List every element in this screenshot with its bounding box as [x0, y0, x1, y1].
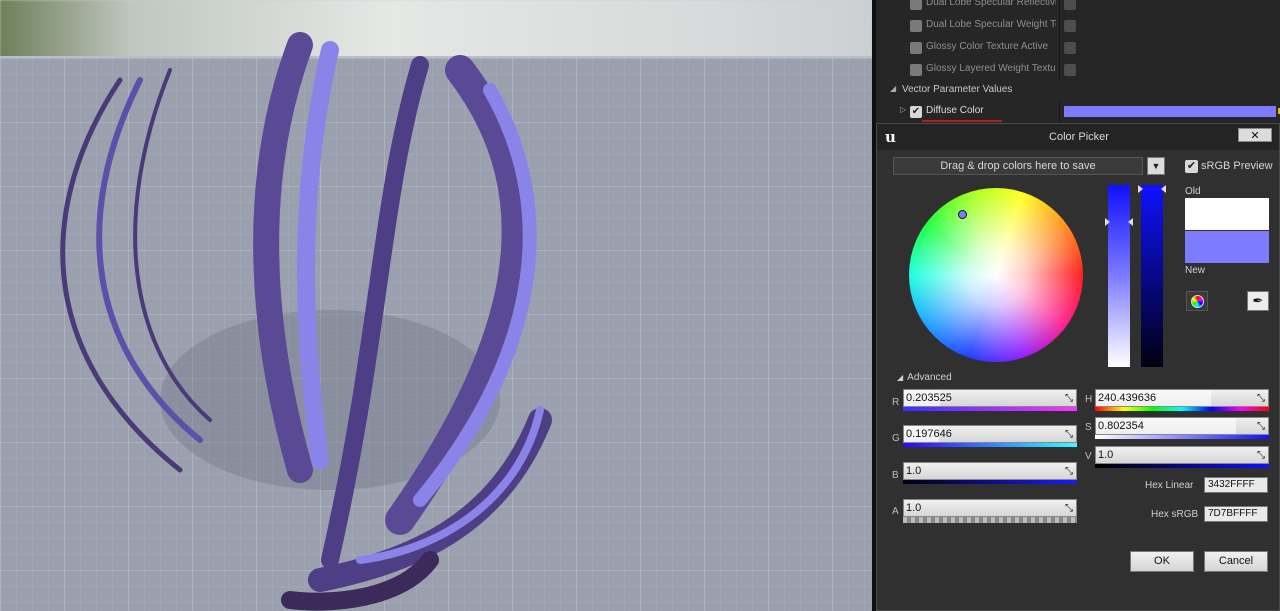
color-wheel-saturation-overlay — [909, 188, 1083, 362]
advanced-section-header[interactable]: ◢ Advanced — [897, 372, 952, 383]
resize-arrow-icon: ⤡ — [1065, 503, 1073, 514]
property-checkbox[interactable] — [910, 64, 922, 76]
hex-linear-label: Hex Linear — [1145, 480, 1194, 491]
blue-value-field[interactable]: 1.0 ⤡ — [903, 462, 1077, 480]
ok-button[interactable]: OK — [1130, 551, 1194, 572]
resize-arrow-icon: ⤡ — [1257, 421, 1265, 432]
value-value: 1.0 — [1098, 449, 1114, 461]
channel-label-g: G — [892, 433, 900, 444]
color-wheel-cursor[interactable] — [958, 210, 967, 219]
property-label: Glossy Layered Weight Textu — [926, 63, 1056, 74]
channel-label-s: S — [1085, 422, 1092, 433]
old-color-label: Old — [1185, 186, 1201, 197]
saturation-slider-handle[interactable] — [1105, 218, 1110, 226]
collapse-arrow-icon: ◢ — [897, 373, 904, 382]
viewport[interactable] — [0, 0, 872, 611]
column-divider — [1059, 101, 1060, 123]
srgb-preview-label: sRGB Preview — [1201, 160, 1273, 172]
hex-linear-input[interactable]: 3432FFFF — [1204, 477, 1268, 493]
property-label: Dual Lobe Specular Weight Te — [926, 19, 1056, 30]
value-checkbox[interactable] — [1064, 42, 1076, 54]
channel-label-a: A — [892, 506, 899, 517]
expand-arrow-icon[interactable]: ▷ — [900, 105, 906, 114]
column-divider — [1059, 0, 1060, 15]
close-button[interactable]: ✕ — [1238, 128, 1272, 142]
vector-parameters-header[interactable]: ◢ Vector Parameter Values — [876, 80, 1280, 100]
resize-arrow-icon: ⤡ — [1257, 450, 1265, 461]
red-value: 0.203525 — [906, 392, 952, 404]
advanced-label: Advanced — [907, 372, 952, 383]
color-wheel-icon — [1191, 295, 1204, 308]
resize-arrow-icon: ⤡ — [1065, 466, 1073, 477]
value-checkbox[interactable] — [1064, 0, 1076, 10]
property-checkbox[interactable] — [910, 20, 922, 32]
saved-colors-dropzone[interactable]: Drag & drop colors here to save — [893, 157, 1143, 175]
value-value-field[interactable]: 1.0 ⤡ — [1095, 446, 1269, 464]
property-checkbox[interactable] — [910, 42, 922, 54]
property-row: Glossy Color Texture Active — [876, 37, 1280, 59]
hue-gradient — [1095, 407, 1269, 411]
column-divider — [1059, 15, 1060, 37]
green-value-field[interactable]: 0.197646 ⤡ — [903, 425, 1077, 443]
chevron-down-icon[interactable]: ▼ — [1147, 157, 1165, 175]
red-value-field[interactable]: 0.203525 ⤡ — [903, 389, 1077, 407]
resize-arrow-icon: ⤡ — [1065, 429, 1073, 440]
title-bar[interactable]: u Color Picker ✕ — [877, 124, 1279, 150]
value-slider[interactable] — [1141, 185, 1163, 367]
resize-arrow-icon: ⤡ — [1065, 393, 1073, 404]
blue-gradient — [903, 480, 1077, 484]
alpha-gradient — [903, 517, 1077, 523]
diffuse-color-checkbox[interactable]: ✔ — [910, 106, 922, 118]
new-color-label: New — [1185, 265, 1206, 276]
property-row: Dual Lobe Specular Reflectivi — [876, 0, 1280, 15]
saturation-gradient — [1095, 435, 1269, 439]
column-divider — [1059, 59, 1060, 81]
property-checkbox[interactable] — [910, 0, 922, 10]
cancel-button[interactable]: Cancel — [1204, 551, 1268, 572]
saturation-value-field[interactable]: 0.802354 ⤡ — [1095, 417, 1269, 435]
value-gradient — [1095, 464, 1269, 468]
property-label: Glossy Color Texture Active — [926, 41, 1049, 52]
property-row: Dual Lobe Specular Weight Te — [876, 15, 1280, 37]
hex-srgb-label: Hex sRGB — [1151, 509, 1199, 520]
alpha-value: 1.0 — [906, 502, 922, 514]
green-gradient — [903, 443, 1077, 447]
column-divider — [1059, 37, 1060, 59]
eyedropper-icon: ✒ — [1252, 293, 1264, 308]
diffuse-color-swatch[interactable] — [1064, 106, 1276, 117]
green-value: 0.197646 — [906, 428, 952, 440]
diffuse-color-label: Diffuse Color — [926, 105, 984, 116]
saturation-slider[interactable] — [1108, 185, 1130, 367]
channel-label-b: B — [892, 470, 899, 481]
value-slider-handle[interactable] — [1138, 185, 1143, 193]
property-label: Dual Lobe Specular Reflectivi — [926, 0, 1056, 8]
value-slider-handle[interactable] — [1161, 185, 1166, 193]
channel-label-h: H — [1085, 394, 1093, 405]
hex-srgb-input[interactable]: 7D7BFFFF — [1204, 506, 1268, 522]
alpha-value-field[interactable]: 1.0 ⤡ — [903, 499, 1077, 517]
new-color-swatch — [1185, 231, 1269, 263]
color-picker-window: u Color Picker ✕ Drag & drop colors here… — [876, 123, 1280, 611]
toggle-wheel-button[interactable] — [1186, 291, 1208, 311]
resize-arrow-icon: ⤡ — [1257, 393, 1265, 404]
old-color-swatch[interactable] — [1185, 198, 1269, 230]
collapse-arrow-icon: ◢ — [890, 84, 897, 93]
saturation-slider-handle[interactable] — [1128, 218, 1133, 226]
eyedropper-button[interactable]: ✒ — [1247, 291, 1269, 311]
blue-value: 1.0 — [906, 465, 922, 477]
channel-label-v: V — [1085, 451, 1092, 462]
channel-label-r: R — [892, 397, 900, 408]
hue-value: 240.439636 — [1098, 392, 1157, 404]
hair-mesh-preview — [60, 32, 552, 611]
saturation-value: 0.802354 — [1098, 420, 1144, 432]
modified-indicator — [922, 120, 1002, 122]
property-row: Glossy Layered Weight Textu — [876, 59, 1280, 81]
vector-parameters-label: Vector Parameter Values — [902, 84, 1013, 95]
window-title: Color Picker — [1049, 131, 1109, 143]
value-checkbox[interactable] — [1064, 64, 1076, 76]
red-gradient — [903, 407, 1077, 411]
srgb-preview-checkbox[interactable]: ✔ — [1185, 160, 1198, 173]
value-checkbox[interactable] — [1064, 20, 1076, 32]
hue-value-field[interactable]: 240.439636 ⤡ — [1095, 389, 1269, 407]
